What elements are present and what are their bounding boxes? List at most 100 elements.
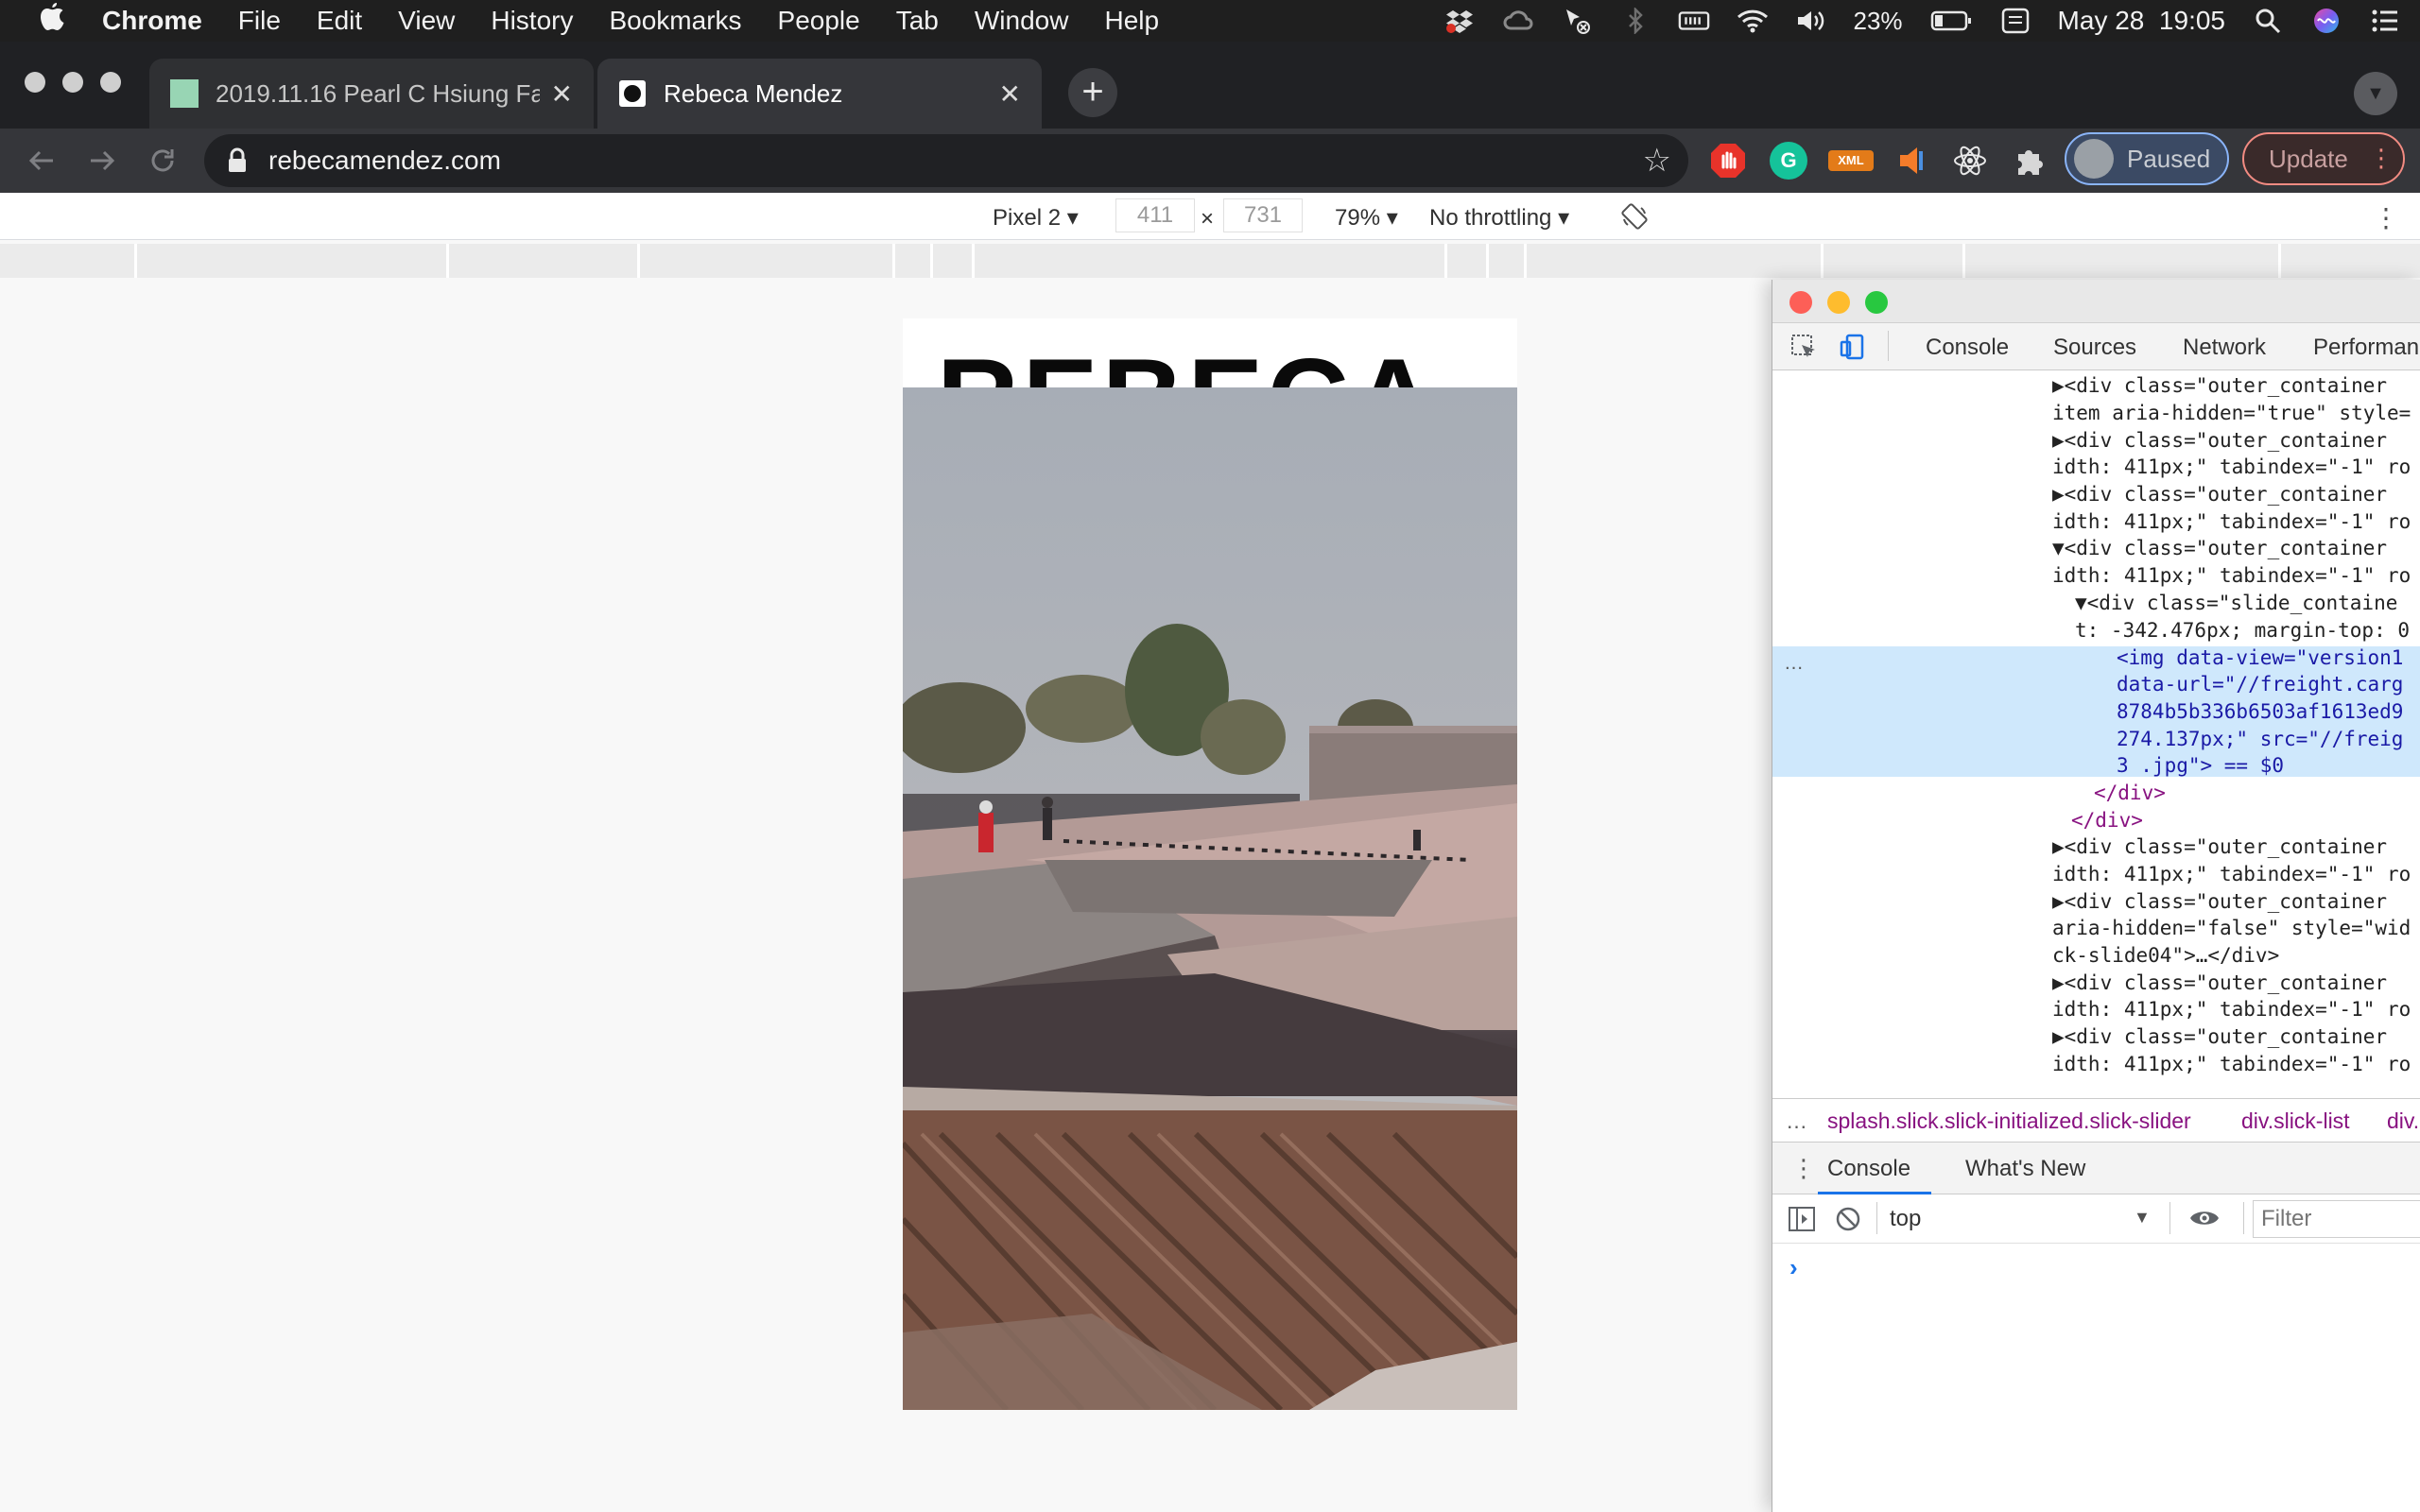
rotate-device-icon[interactable] [1620, 202, 1649, 231]
tab-console[interactable]: Console [1926, 335, 2009, 361]
back-arrow-icon[interactable] [19, 138, 64, 183]
menu-edit[interactable]: Edit [317, 6, 362, 36]
dom-node-line[interactable]: </div> [2071, 807, 2143, 834]
browser-tab-inactive[interactable]: 2019.11.16 Pearl C Hsiung Faulk ✕ [149, 59, 594, 129]
devtools-minimize-button[interactable] [1827, 291, 1850, 314]
cursor-blocked-icon[interactable] [1561, 7, 1593, 35]
adblock-extension-icon[interactable] [1709, 142, 1747, 180]
menu-file[interactable]: File [238, 6, 281, 36]
dom-node-line[interactable]: ▶<div class="outer_container [2052, 970, 2387, 997]
media-query-segment[interactable] [1444, 244, 1447, 278]
audio-extension-icon[interactable] [1893, 142, 1930, 180]
dom-node-line[interactable]: ▶<div class="outer_container [2052, 372, 2387, 400]
dom-node-line-selected[interactable]: 274.137px;" src="//freig [2117, 726, 2403, 753]
dom-node-line[interactable]: ck-slide04">…</div> [2052, 942, 2279, 970]
more-vertical-icon[interactable]: ⋮ [2369, 144, 2394, 173]
breadcrumb-overflow[interactable]: … [1786, 1108, 1807, 1134]
media-query-segment[interactable] [2278, 244, 2281, 278]
dom-node-line[interactable]: ▶<div class="outer_container [2052, 427, 2387, 455]
show-sidebar-icon[interactable] [1788, 1206, 1816, 1239]
memory-monitor-icon[interactable] [1678, 7, 1710, 35]
dom-node-line-selected[interactable]: 3 .jpg"> == $0 [2117, 752, 2284, 780]
siri-icon[interactable] [2310, 7, 2342, 35]
toggle-device-toolbar-icon[interactable] [1839, 333, 1867, 368]
devtools-zoom-button[interactable] [1865, 291, 1888, 314]
menu-history[interactable]: History [491, 6, 573, 36]
media-query-bar[interactable] [0, 244, 2420, 278]
dom-node-line[interactable]: idth: 411px;" tabindex="-1" ro [2052, 508, 2411, 536]
dom-node-line[interactable]: ▶<div class="outer_container [2052, 481, 2387, 508]
media-query-segment[interactable] [930, 244, 933, 278]
browser-tab-active[interactable]: Rebeca Mendez ✕ [597, 59, 1042, 129]
url-text[interactable]: rebecamendez.com [268, 146, 501, 176]
zoom-select-dropdown[interactable]: 79% ▾ [1335, 204, 1398, 232]
media-query-segment[interactable] [972, 244, 975, 278]
creative-cloud-icon[interactable] [1502, 7, 1534, 35]
xml-extension-icon[interactable]: XML [1828, 150, 1874, 171]
window-zoom-button[interactable] [100, 72, 121, 93]
wifi-icon[interactable] [1737, 7, 1769, 35]
menu-window[interactable]: Window [975, 6, 1069, 36]
grammarly-extension-icon[interactable]: G [1770, 142, 1807, 180]
console-prompt[interactable]: › [1789, 1253, 1798, 1282]
menu-app-chrome[interactable]: Chrome [102, 6, 202, 36]
reload-icon[interactable] [140, 138, 185, 183]
drawer-tab-console[interactable]: Console [1827, 1156, 1910, 1182]
media-query-segment[interactable] [446, 244, 449, 278]
tab-sources[interactable]: Sources [2053, 335, 2136, 361]
volume-icon[interactable] [1795, 7, 1827, 35]
dom-node-line[interactable]: idth: 411px;" tabindex="-1" ro [2052, 861, 2411, 888]
media-query-segment[interactable] [1962, 244, 1965, 278]
dropbox-icon[interactable] [1443, 7, 1476, 35]
menu-help[interactable]: Help [1104, 6, 1159, 36]
node-actions-icon[interactable]: … [1784, 650, 1804, 678]
menu-view[interactable]: View [398, 6, 455, 36]
bluetooth-icon[interactable] [1619, 7, 1651, 35]
dom-node-line[interactable]: </div> [2094, 780, 2166, 807]
dom-node-line[interactable]: ▶<div class="outer_container [2052, 1023, 2387, 1051]
chrome-update-button[interactable]: Update ⋮ [2242, 132, 2405, 185]
viewport-width-input[interactable]: 411 [1115, 198, 1195, 232]
spotlight-search-icon[interactable] [2252, 7, 2284, 35]
lock-icon[interactable] [227, 147, 248, 174]
breadcrumb-item[interactable]: div.slick-list [2241, 1108, 2350, 1134]
devtools-close-button[interactable] [1789, 291, 1812, 314]
tab-performance[interactable]: Performan [2313, 335, 2419, 361]
dom-node-line[interactable]: aria-hidden="false" style="wid [2052, 915, 2411, 942]
menu-tab[interactable]: Tab [896, 6, 939, 36]
profile-paused-button[interactable]: Paused [2065, 132, 2229, 185]
react-devtools-icon[interactable] [1951, 142, 1989, 180]
extensions-puzzle-icon[interactable] [2012, 142, 2049, 180]
apple-menu-icon[interactable] [38, 1, 76, 41]
close-icon[interactable]: ✕ [551, 78, 573, 110]
dom-node-line-selected[interactable]: data-url="//freight.carg [2117, 671, 2403, 698]
media-query-segment[interactable] [1524, 244, 1527, 278]
media-query-segment[interactable] [637, 244, 640, 278]
dom-node-line[interactable]: idth: 411px;" tabindex="-1" ro [2052, 1051, 2411, 1078]
forward-arrow-icon[interactable] [79, 138, 125, 183]
dom-node-line-selected[interactable]: 8784b5b336b6503af1613ed9 [2117, 698, 2403, 726]
menu-bar-clock[interactable]: May 28 19:05 [2058, 6, 2225, 36]
media-query-segment[interactable] [892, 244, 895, 278]
viewport-height-input[interactable]: 731 [1223, 198, 1303, 232]
dom-node-line[interactable]: ▶<div class="outer_container [2052, 833, 2387, 861]
device-toolbar-more-icon[interactable]: ⋮ [2373, 202, 2399, 233]
console-filter-input[interactable] [2253, 1200, 2420, 1238]
bookmark-star-icon[interactable]: ☆ [1643, 142, 1671, 180]
clear-console-icon[interactable] [1835, 1206, 1861, 1239]
menu-people[interactable]: People [778, 6, 860, 36]
battery-icon[interactable] [1929, 7, 1973, 35]
throttling-select-dropdown[interactable]: No throttling ▾ [1429, 204, 1569, 232]
inspect-element-icon[interactable] [1789, 333, 1818, 368]
dom-node-line[interactable]: ▶<div class="outer_container [2052, 888, 2387, 916]
dom-node-line[interactable]: idth: 411px;" tabindex="-1" ro [2052, 996, 2411, 1023]
keyboard-layout-icon[interactable] [1999, 7, 2031, 35]
notification-center-icon[interactable] [2369, 7, 2401, 35]
dom-node-line[interactable]: item aria-hidden="true" style= [2052, 400, 2411, 427]
dom-node-line[interactable]: ▼<div class="slide_containe [2075, 590, 2397, 617]
devtools-title-bar[interactable] [1772, 280, 2420, 323]
context-select-value[interactable]: top [1890, 1206, 1921, 1232]
media-query-segment[interactable] [134, 244, 137, 278]
dom-node-line[interactable]: idth: 411px;" tabindex="-1" ro [2052, 562, 2411, 590]
window-close-button[interactable] [25, 72, 45, 93]
